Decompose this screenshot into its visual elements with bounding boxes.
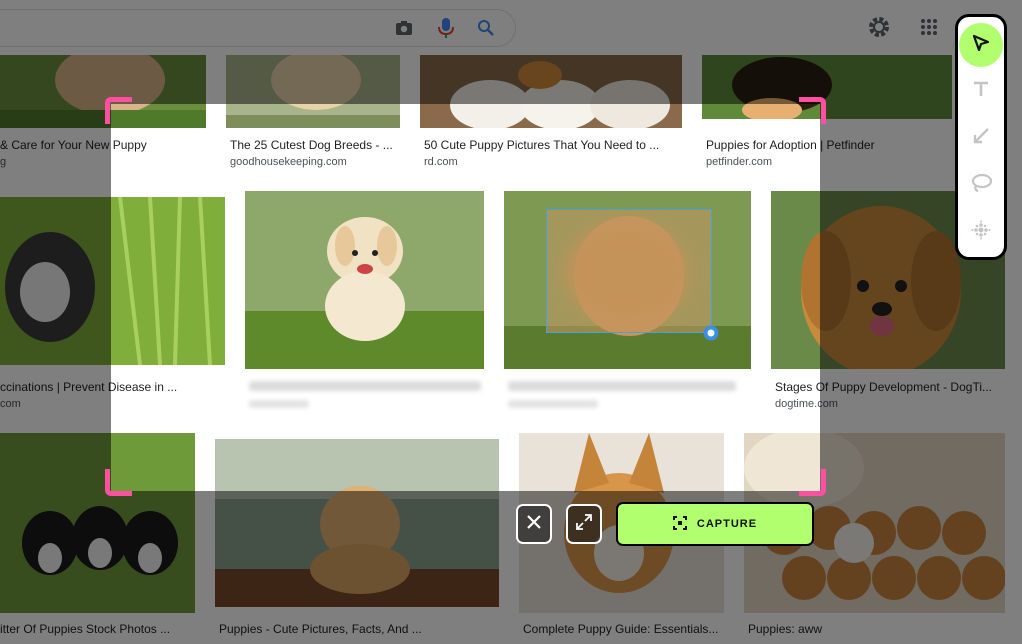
blurred-caption bbox=[249, 400, 309, 408]
blurred-caption bbox=[508, 381, 736, 391]
overlay-dim bbox=[0, 55, 1022, 104]
arrow-tool[interactable] bbox=[967, 124, 995, 152]
lasso-icon bbox=[970, 173, 993, 198]
close-icon bbox=[525, 513, 543, 536]
capture-frame-corner[interactable] bbox=[105, 97, 132, 124]
expand-icon bbox=[575, 513, 593, 536]
capture-frame-corner[interactable] bbox=[105, 469, 132, 496]
capture-icon bbox=[672, 515, 687, 533]
result-source: goodhousekeeping.com bbox=[230, 156, 347, 168]
annotation-toolbar bbox=[955, 14, 1007, 260]
result-title[interactable]: The 25 Cutest Dog Breeds - ... bbox=[230, 138, 400, 152]
capture-button[interactable]: CAPTURE bbox=[616, 502, 814, 546]
capture-label: CAPTURE bbox=[696, 518, 758, 530]
pointer-tool[interactable] bbox=[959, 23, 1003, 67]
blur-tool[interactable] bbox=[967, 218, 995, 246]
capture-frame-corner[interactable] bbox=[799, 469, 826, 496]
result-image[interactable] bbox=[245, 191, 484, 369]
text-icon bbox=[972, 80, 990, 103]
blur-icon bbox=[971, 220, 991, 245]
close-button[interactable] bbox=[516, 504, 552, 544]
result-source: rd.com bbox=[424, 156, 458, 168]
expand-button[interactable] bbox=[566, 504, 602, 544]
overlay-dim bbox=[0, 491, 1022, 644]
capture-frame-corner[interactable] bbox=[799, 97, 826, 124]
blur-region[interactable] bbox=[546, 209, 712, 333]
overlay-dim bbox=[0, 0, 1022, 55]
overlay-dim bbox=[0, 104, 111, 491]
result-title[interactable]: 50 Cute Puppy Pictures That You Need to … bbox=[424, 138, 682, 152]
blur-handle-icon[interactable] bbox=[703, 325, 719, 341]
blurred-caption bbox=[249, 381, 481, 391]
pointer-icon bbox=[971, 33, 991, 58]
arrow-icon bbox=[972, 127, 990, 150]
text-tool[interactable] bbox=[967, 77, 995, 105]
lasso-tool[interactable] bbox=[967, 171, 995, 199]
blurred-caption bbox=[508, 400, 598, 408]
